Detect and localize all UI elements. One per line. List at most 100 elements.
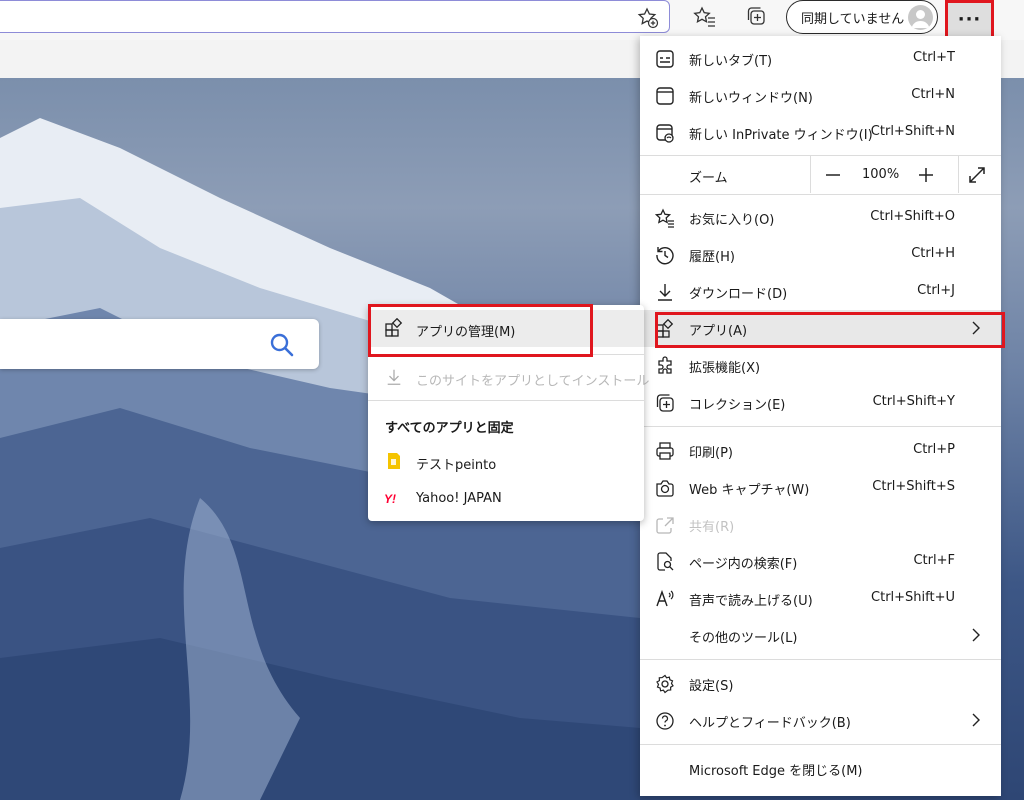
chevron-right-icon xyxy=(969,318,983,338)
collections-icon xyxy=(654,392,675,413)
shortcut: Ctrl+H xyxy=(911,246,955,261)
profile-label: 同期していません xyxy=(801,11,905,27)
menu-collections[interactable]: コレクション(E) Ctrl+Shift+Y xyxy=(640,384,1001,421)
menu-divider xyxy=(640,426,1001,427)
address-bar[interactable] xyxy=(0,0,670,33)
menu-settings[interactable]: 設定(S) xyxy=(640,665,1001,702)
app-label: テストpeinto xyxy=(416,458,497,473)
menu-label: ダウンロード(D) xyxy=(689,287,788,302)
avatar-icon xyxy=(908,5,933,30)
shortcut: Ctrl+T xyxy=(913,50,955,65)
submenu-divider xyxy=(368,354,644,355)
submenu-label: このサイトをアプリとしてインストール xyxy=(416,374,650,389)
zoom-divider xyxy=(958,156,959,193)
menu-label: 新しいウィンドウ(N) xyxy=(689,91,813,106)
favorites-icon xyxy=(654,207,675,228)
download-icon xyxy=(654,281,675,302)
add-favorite-icon[interactable] xyxy=(637,7,659,29)
yahoo-logo-icon: Y! xyxy=(384,488,404,508)
menu-label: 設定(S) xyxy=(689,679,734,694)
apps-submenu: アプリの管理(M) このサイトをアプリとしてインストール すべてのアプリと固定 … xyxy=(368,305,649,521)
menu-divider xyxy=(640,744,1001,745)
app-label: Yahoo! JAPAN xyxy=(416,491,502,506)
download-icon xyxy=(384,367,404,387)
menu-label: 新しい InPrivate ウィンドウ(I) xyxy=(689,128,873,143)
app-item[interactable]: テストpeinto xyxy=(368,443,644,480)
menu-apps[interactable]: アプリ(A) xyxy=(640,310,1001,347)
shortcut: Ctrl+Shift+O xyxy=(870,209,955,224)
menu-divider xyxy=(640,194,1001,195)
app-item[interactable]: Y! Yahoo! JAPAN xyxy=(368,480,644,517)
browser-toolbar: 同期していません ··· xyxy=(0,0,1024,40)
menu-new-tab[interactable]: 新しいタブ(T) Ctrl+T xyxy=(640,40,1001,77)
print-icon xyxy=(654,440,675,461)
menu-history[interactable]: 履歴(H) Ctrl+H xyxy=(640,236,1001,273)
menu-web-capture[interactable]: Web キャプチャ(W) Ctrl+Shift+S xyxy=(640,469,1001,506)
menu-label: 履歴(H) xyxy=(689,250,735,265)
all-apps-heading: すべてのアプリと固定 xyxy=(385,421,514,436)
new-window-icon xyxy=(654,85,675,106)
inprivate-icon xyxy=(654,122,675,143)
menu-label: Web キャプチャ(W) xyxy=(689,483,810,498)
favorites-icon[interactable] xyxy=(692,4,718,30)
menu-label: ページ内の検索(F) xyxy=(689,557,798,572)
extensions-icon xyxy=(654,355,675,376)
settings-and-more-button[interactable]: ··· xyxy=(945,0,994,39)
gear-icon xyxy=(654,673,675,694)
svg-text:Y!: Y! xyxy=(384,492,396,505)
zoom-divider xyxy=(810,156,811,193)
menu-read-aloud[interactable]: 音声で読み上げる(U) Ctrl+Shift+U xyxy=(640,580,1001,617)
fullscreen-icon[interactable] xyxy=(965,163,989,187)
submenu-manage-apps[interactable]: アプリの管理(M) xyxy=(368,310,644,347)
search-input[interactable] xyxy=(0,319,319,369)
chevron-right-icon xyxy=(969,625,983,645)
history-icon xyxy=(654,244,675,265)
shortcut: Ctrl+Shift+U xyxy=(871,590,955,605)
zoom-out-icon[interactable] xyxy=(821,163,845,187)
menu-label: その他のツール(L) xyxy=(689,631,798,646)
menu-find[interactable]: ページ内の検索(F) Ctrl+F xyxy=(640,543,1001,580)
menu-print[interactable]: 印刷(P) Ctrl+P xyxy=(640,432,1001,469)
shortcut: Ctrl+P xyxy=(913,442,955,457)
menu-zoom: ズーム 100% xyxy=(640,156,1001,193)
menu-close-edge[interactable]: Microsoft Edge を閉じる(M) xyxy=(640,750,1001,787)
menu-favorites[interactable]: お気に入り(O) Ctrl+Shift+O xyxy=(640,199,1001,236)
chevron-right-icon xyxy=(969,710,983,730)
menu-downloads[interactable]: ダウンロード(D) Ctrl+J xyxy=(640,273,1001,310)
find-on-page-icon xyxy=(654,551,675,572)
menu-more-tools[interactable]: その他のツール(L) xyxy=(640,617,1001,654)
menu-new-window[interactable]: 新しいウィンドウ(N) Ctrl+N xyxy=(640,77,1001,114)
menu-label: 拡張機能(X) xyxy=(689,361,761,376)
submenu-install-site[interactable]: このサイトをアプリとしてインストール xyxy=(368,359,649,396)
web-capture-icon xyxy=(654,477,675,498)
menu-label: アプリ(A) xyxy=(689,324,748,339)
share-icon xyxy=(654,514,675,535)
menu-label: 新しいタブ(T) xyxy=(689,54,773,69)
menu-label: お気に入り(O) xyxy=(689,213,775,228)
menu-label: コレクション(E) xyxy=(689,398,786,413)
apps-icon xyxy=(654,318,675,339)
submenu-divider xyxy=(368,400,644,401)
menu-help[interactable]: ヘルプとフィードバック(B) xyxy=(640,702,1001,739)
menu-label: 共有(R) xyxy=(689,520,735,535)
collections-icon[interactable] xyxy=(744,4,770,30)
apps-icon xyxy=(384,318,404,338)
profile-button[interactable]: 同期していません xyxy=(786,0,938,34)
settings-menu: 新しいタブ(T) Ctrl+T 新しいウィンドウ(N) Ctrl+N 新しい I… xyxy=(640,36,1001,796)
zoom-value: 100% xyxy=(862,167,900,182)
shortcut: Ctrl+N xyxy=(911,87,955,102)
shortcut: Ctrl+Shift+S xyxy=(872,479,955,494)
new-tab-icon xyxy=(654,48,675,69)
yellow-doc-icon xyxy=(384,451,404,471)
menu-extensions[interactable]: 拡張機能(X) xyxy=(640,347,1001,384)
zoom-label: ズーム xyxy=(689,171,728,186)
menu-label: 印刷(P) xyxy=(689,446,733,461)
menu-share[interactable]: 共有(R) xyxy=(640,506,1001,543)
shortcut: Ctrl+Shift+Y xyxy=(872,394,955,409)
zoom-in-icon[interactable] xyxy=(914,163,938,187)
search-icon[interactable] xyxy=(269,332,295,358)
submenu-label: アプリの管理(M) xyxy=(416,325,516,340)
menu-new-inprivate[interactable]: 新しい InPrivate ウィンドウ(I) Ctrl+Shift+N xyxy=(640,114,1001,151)
shortcut: Ctrl+J xyxy=(917,283,955,298)
shortcut: Ctrl+Shift+N xyxy=(870,124,955,139)
